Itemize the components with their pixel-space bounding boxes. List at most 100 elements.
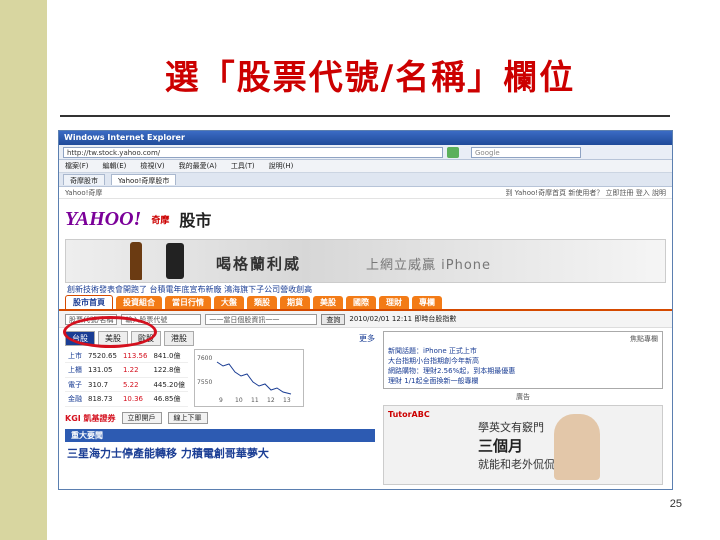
- nav-tab-market[interactable]: 大盤: [214, 296, 244, 309]
- index-name[interactable]: 電子: [65, 377, 85, 393]
- site-header: YAHOO! 奇摩 股市: [59, 199, 672, 239]
- site-nav-tabs: 股市首頁 投資組合 當日行情 大盤 類股 期貨 美股 國際 理財 專欄: [59, 295, 672, 311]
- index-name[interactable]: 上市: [65, 349, 85, 364]
- menu-view[interactable]: 檢視(V): [140, 161, 164, 171]
- index-volume: 46.85億: [150, 391, 188, 407]
- tutorabc-logo: TutorABC: [388, 410, 430, 419]
- menu-file[interactable]: 檔案(F): [65, 161, 89, 171]
- highlight-circle: [63, 316, 157, 348]
- index-mini-chart[interactable]: 7600 7550 9 10 11 12 13: [193, 349, 304, 407]
- browser-screenshot: Windows Internet Explorer http://tw.stoc…: [58, 130, 673, 490]
- nav-tab-home[interactable]: 股市首頁: [65, 295, 113, 309]
- site-account-links[interactable]: 到 Yahoo!奇摩首頁 新使用者？ 立即註冊 登入 說明: [505, 188, 666, 197]
- section-name: 股市: [179, 211, 212, 230]
- list-item[interactable]: 理財 1/1起全面換新一般專欄: [388, 376, 658, 386]
- index-volume: 122.8億: [150, 362, 188, 378]
- table-row[interactable]: 電子 310.7 5.22 445.20億: [65, 377, 188, 393]
- table-row[interactable]: 上市 7520.65 113.56 841.0億: [65, 349, 188, 364]
- open-account-button[interactable]: 立即開戶: [121, 412, 162, 424]
- table-row[interactable]: 上櫃 131.05 1.22 122.8億: [65, 362, 188, 378]
- nav-tab-portfolio[interactable]: 投資組合: [116, 296, 162, 309]
- index-volume: 445.20億: [150, 377, 188, 393]
- tutor-ad[interactable]: TutorABC 學英文有竅門 三個月 就能和老外侃侃而談: [383, 405, 663, 485]
- bottle-image: [130, 242, 142, 280]
- query-type-select[interactable]: 一一當日個股資訊一一: [205, 313, 318, 325]
- nav-tab-columns[interactable]: 專欄: [412, 296, 442, 309]
- left-column: 台股 美股 歐股 港股 更多 上市 7520.65 113.56 841.0億 …: [65, 331, 375, 485]
- kgi-logo[interactable]: KGI 凱基證券: [65, 413, 116, 424]
- index-value: 818.73: [85, 391, 120, 407]
- title-divider: [60, 115, 670, 117]
- slide-title: 選「股票代號/名稱」欄位: [164, 58, 576, 98]
- main-content: 台股 美股 歐股 港股 更多 上市 7520.65 113.56 841.0億 …: [59, 328, 672, 488]
- chart-tick-7550: 7550: [197, 379, 212, 386]
- index-change: 1.22: [119, 362, 151, 378]
- features-list: 新聞話題：iPhone 正式上市 大台指期小台指期創今年新高 網路購物：理財2.…: [388, 346, 658, 386]
- ad-label: 廣告: [516, 393, 530, 401]
- browser-tab[interactable]: 奇摩股市: [63, 174, 105, 185]
- nav-tab-intl[interactable]: 國際: [346, 296, 376, 309]
- menu-help[interactable]: 說明(H): [269, 161, 294, 171]
- ad-person-image: [554, 414, 600, 480]
- slide-side-bar: [0, 0, 47, 540]
- go-icon[interactable]: [447, 146, 459, 158]
- index-value: 131.05: [85, 362, 120, 378]
- features-title: 焦點專欄: [630, 335, 658, 343]
- chart-tick-12: 12: [267, 397, 275, 404]
- market-tab-hk[interactable]: 港股: [164, 331, 194, 346]
- online-order-button[interactable]: 線上下單: [167, 412, 208, 424]
- news-ticker[interactable]: 創新技術發表會開跑了 台積電年底宣布新廠 鴻海旗下子公司營收創高: [59, 283, 672, 295]
- table-row[interactable]: 金融 818.73 10.36 46.85億: [65, 391, 188, 407]
- more-link[interactable]: 更多: [359, 333, 375, 344]
- menu-bar: 檔案(F) 編輯(E) 檢視(V) 我的最愛(A) 工具(T) 說明(H): [59, 160, 672, 173]
- address-bar: http://tw.stock.yahoo.com/ Google: [59, 145, 672, 160]
- index-table: 上市 7520.65 113.56 841.0億 上櫃 131.05 1.22 …: [65, 349, 188, 407]
- nav-tab-sectors[interactable]: 類股: [247, 296, 277, 309]
- features-box: 焦點專欄 新聞話題：iPhone 正式上市 大台指期小台指期創今年新高 網路購物…: [383, 331, 663, 389]
- menu-tools[interactable]: 工具(T): [231, 161, 255, 171]
- site-top-strip: Yahoo!奇摩 到 Yahoo!奇摩首頁 新使用者？ 立即註冊 登入 說明: [59, 187, 672, 199]
- window-title: Windows Internet Explorer: [59, 131, 672, 145]
- menu-edit[interactable]: 編輯(E): [103, 161, 127, 171]
- news-section-header: 重大要聞: [65, 429, 375, 442]
- index-name[interactable]: 上櫃: [65, 362, 85, 378]
- tab-bar: 奇摩股市 Yahoo!奇摩股市: [59, 173, 672, 187]
- list-item[interactable]: 大台指期小台指期創今年新高: [388, 356, 658, 366]
- kgi-row: KGI 凱基證券 立即開戶 線上下單: [65, 411, 375, 425]
- nav-tab-finance[interactable]: 理財: [379, 296, 409, 309]
- right-column: 焦點專欄 新聞話題：iPhone 正式上市 大台指期小台指期創今年新高 網路購物…: [383, 331, 663, 485]
- chart-tick-13: 13: [283, 397, 291, 404]
- chart-tick-10: 10: [235, 397, 243, 404]
- banner-text-secondary: 上網立威贏 iPhone: [366, 258, 492, 273]
- list-item[interactable]: 新聞話題：iPhone 正式上市: [388, 346, 658, 356]
- query-timestamp: 2010/02/01 12:11 即時台股指數: [349, 315, 457, 323]
- index-name[interactable]: 金融: [65, 391, 85, 407]
- index-area: 上市 7520.65 113.56 841.0億 上櫃 131.05 1.22 …: [65, 349, 375, 407]
- chart-tick-9: 9: [219, 397, 223, 404]
- index-volume: 841.0億: [150, 349, 188, 364]
- phone-image: [166, 243, 184, 279]
- list-item[interactable]: 網路購物：理財2.56%起，到本期最優惠: [388, 366, 658, 376]
- yahoo-logo-sub: 奇摩: [151, 215, 170, 226]
- index-value: 7520.65: [85, 349, 120, 364]
- slide-number: 25: [669, 498, 682, 510]
- yahoo-logo[interactable]: YAHOO!: [65, 208, 141, 231]
- nav-tab-futures[interactable]: 期貨: [280, 296, 310, 309]
- banner-ad[interactable]: 喝格蘭利威 上網立威贏 iPhone: [65, 239, 666, 283]
- browser-tab-active[interactable]: Yahoo!奇摩股市: [111, 174, 177, 185]
- index-change: 113.56: [119, 349, 151, 364]
- index-line: [216, 361, 292, 395]
- menu-favorites[interactable]: 我的最愛(A): [179, 161, 217, 171]
- index-value: 310.7: [85, 377, 120, 393]
- chart-tick-7600: 7600: [197, 355, 212, 362]
- index-change: 10.36: [119, 391, 151, 407]
- browser-search-input[interactable]: Google: [471, 146, 581, 158]
- index-change: 5.22: [119, 377, 151, 393]
- banner-text-primary: 喝格蘭利威: [216, 255, 302, 273]
- nav-tab-daily[interactable]: 當日行情: [165, 296, 211, 309]
- news-headline[interactable]: 三星海力士停產能轉移 力積電創哥華夢大: [65, 442, 375, 464]
- query-button[interactable]: 查詢: [321, 313, 346, 325]
- address-input[interactable]: http://tw.stock.yahoo.com/: [63, 146, 443, 158]
- nav-tab-us[interactable]: 美股: [313, 296, 343, 309]
- site-home-link[interactable]: Yahoo!奇摩: [65, 188, 102, 197]
